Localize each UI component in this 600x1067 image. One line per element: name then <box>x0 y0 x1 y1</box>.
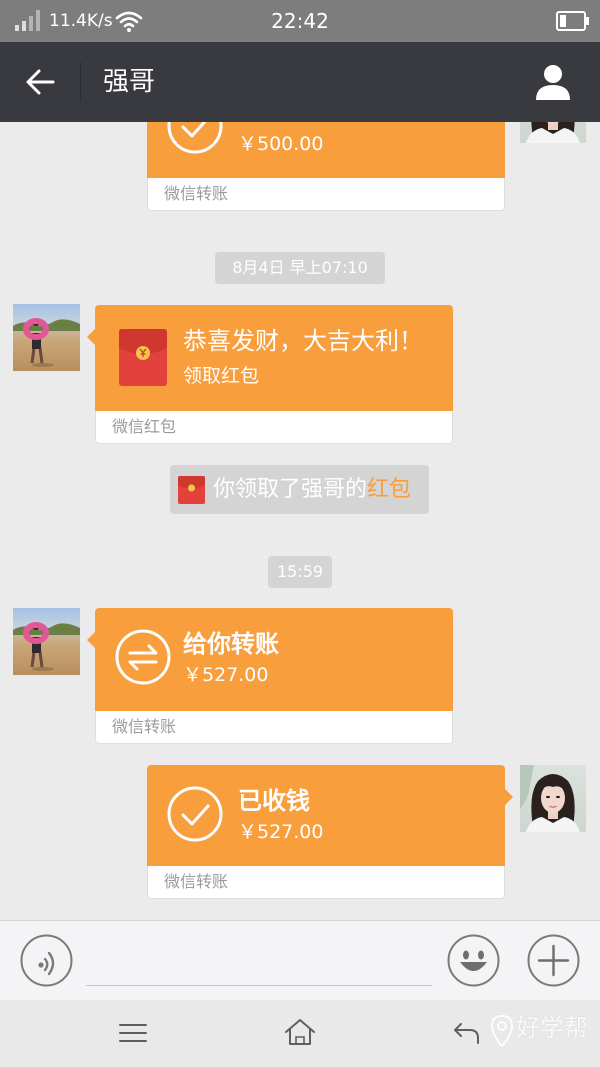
contact-avatar[interactable] <box>13 304 80 371</box>
chat-title: 强哥 <box>103 67 156 97</box>
transfer-card-body: ￥500.00 <box>147 122 505 178</box>
message-input[interactable] <box>86 936 432 986</box>
nav-menu-button[interactable] <box>113 1013 153 1053</box>
contact-profile-button[interactable] <box>533 62 573 102</box>
voice-input-button[interactable] <box>20 934 73 987</box>
red-packet-greeting: 恭喜发财，大吉大利！ <box>183 327 423 355</box>
transfer-arrows-icon <box>115 629 171 685</box>
my-avatar[interactable] <box>520 122 586 143</box>
signal-icon <box>15 10 40 31</box>
status-bar: 11.4K/s 22:42 <box>0 0 600 42</box>
transfer-amount: ￥527.00 <box>183 664 269 686</box>
bubble-tail <box>505 789 513 805</box>
more-options-button[interactable] <box>527 934 580 987</box>
transfer-incoming-card[interactable]: 给你转账 ￥527.00 微信转账 <box>87 608 453 744</box>
system-notice: 你领取了强哥的红包 <box>170 465 429 514</box>
red-packet-action: 领取红包 <box>183 365 260 387</box>
check-circle-icon <box>167 122 223 154</box>
beach-photo-avatar-image <box>13 318 80 367</box>
bubble-tail <box>87 632 95 648</box>
woman-portrait-avatar-image <box>526 122 580 143</box>
transfer-title: 已收钱 <box>238 787 310 815</box>
bubble-tail <box>87 329 95 345</box>
header-divider <box>80 62 81 102</box>
return-icon <box>454 1023 479 1044</box>
message-timestamp: 8月4日 早上07:10 <box>215 252 385 284</box>
red-envelope-icon <box>119 329 167 386</box>
watermark-text: 好学帮 <box>516 1014 588 1042</box>
transfer-card-footer: 微信转账 <box>95 711 453 744</box>
check-circle-icon <box>167 786 223 842</box>
transfer-title: 给你转账 <box>183 630 279 658</box>
nav-home-button[interactable] <box>280 1013 320 1053</box>
chat-message-list[interactable]: ￥500.00 微信转账 8月4日 早上07:10 恭喜发财，大吉大利！ 领取红… <box>0 122 600 920</box>
red-packet-card-body: 恭喜发财，大吉大利！ 领取红包 <box>95 305 453 411</box>
transfer-accepted-card[interactable]: ￥500.00 微信转账 <box>147 122 505 211</box>
transfer-card-body: 已收钱 ￥527.00 <box>147 765 505 866</box>
back-arrow-icon <box>26 69 55 95</box>
battery-icon <box>556 11 589 31</box>
person-icon <box>536 65 570 100</box>
transfer-amount: ￥527.00 <box>238 821 324 843</box>
voice-icon <box>20 934 73 987</box>
emoji-button[interactable] <box>447 934 500 987</box>
watermark-logo-icon <box>490 1014 514 1048</box>
transfer-card-body: 给你转账 ￥527.00 <box>95 608 453 711</box>
system-notice-message: 你领取了强哥的 <box>213 477 368 502</box>
transfer-card-footer: 微信转账 <box>147 866 505 899</box>
network-speed: 11.4K/s <box>49 11 113 31</box>
chat-input-bar <box>0 920 600 1000</box>
plus-icon <box>527 934 580 987</box>
emoji-icon <box>447 934 500 987</box>
transfer-accepted-card[interactable]: 已收钱 ￥527.00 微信转账 <box>147 765 513 899</box>
menu-icon <box>119 1024 147 1042</box>
back-button[interactable] <box>20 62 60 102</box>
contact-avatar[interactable] <box>13 608 80 675</box>
message-timestamp: 15:59 <box>268 556 332 588</box>
nav-back-button[interactable] <box>446 1013 486 1053</box>
red-packet-link[interactable]: 红包 <box>367 477 411 502</box>
chat-header: 强哥 <box>0 42 600 122</box>
transfer-card-footer: 微信转账 <box>147 178 505 211</box>
home-icon <box>285 1019 315 1045</box>
transfer-amount: ￥500.00 <box>238 133 324 155</box>
red-packet-card-footer: 微信红包 <box>95 411 453 444</box>
clock: 22:42 <box>271 9 329 33</box>
red-envelope-icon <box>178 476 205 504</box>
system-notice-text: 你领取了强哥的红包 <box>213 465 411 514</box>
woman-portrait-avatar-image <box>520 765 580 832</box>
beach-photo-avatar-image <box>13 622 80 671</box>
my-avatar[interactable] <box>520 765 586 832</box>
red-packet-card[interactable]: 恭喜发财，大吉大利！ 领取红包 微信红包 <box>87 305 453 444</box>
wifi-icon <box>115 11 143 32</box>
